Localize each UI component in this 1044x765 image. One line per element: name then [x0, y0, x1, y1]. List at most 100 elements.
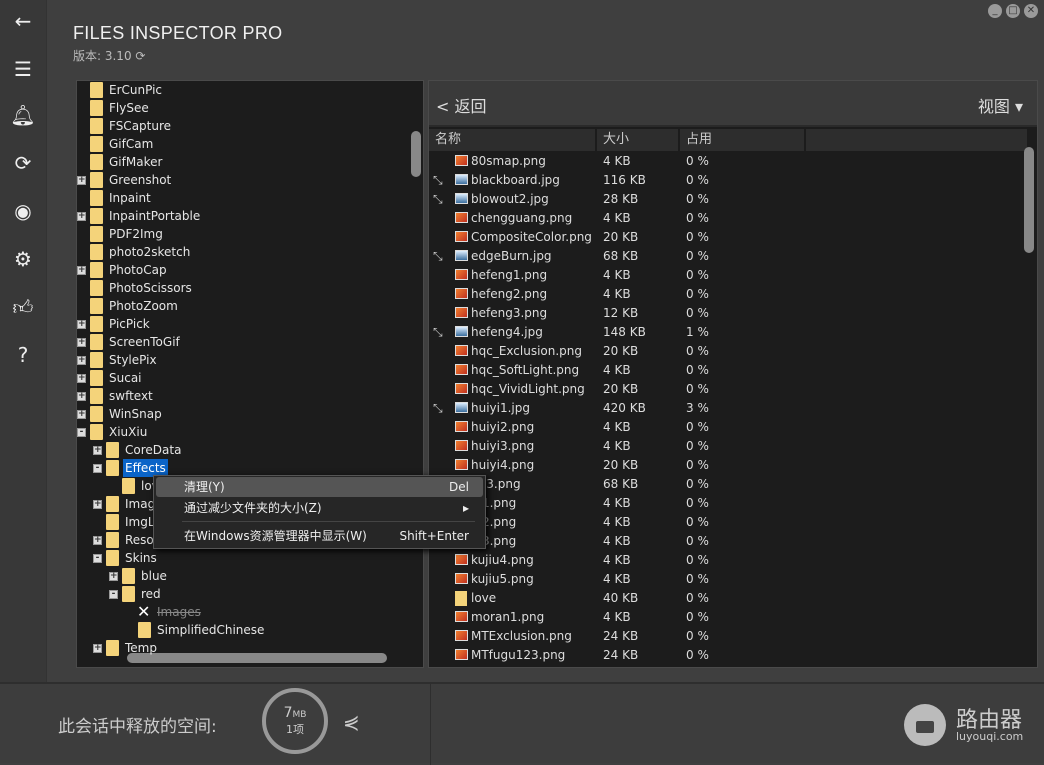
expand-icon[interactable]: + [77, 212, 86, 221]
tree-item[interactable]: + WinSnap [77, 405, 407, 423]
tree-item[interactable]: + PicPick [77, 315, 407, 333]
gear-icon[interactable]: ⚙ [8, 244, 38, 274]
table-row[interactable]: CompositeColor.png 20 KB 0 % [429, 228, 1027, 247]
tree-item[interactable]: + InpaintPortable [77, 207, 407, 225]
expand-icon[interactable]: + [77, 356, 86, 365]
tree-item[interactable]: + Greenshot [77, 171, 407, 189]
tree-item[interactable]: + PhotoCap [77, 261, 407, 279]
table-row[interactable]: ⤡ edgeBurn.jpg 68 KB 0 % [429, 247, 1027, 266]
tree-item[interactable]: + Temp [77, 639, 407, 657]
context-menu: 清理(Y) Del 通过减少文件夹的大小(Z) ▸ 在Windows资源管理器中显示… [153, 475, 486, 549]
table-row[interactable]: ⤡ hefeng4.jpg 148 KB 1 % [429, 323, 1027, 342]
tree-item[interactable]: + swftext [77, 387, 407, 405]
collapse-icon[interactable]: - [93, 554, 102, 563]
expand-icon[interactable]: + [93, 446, 102, 455]
minimize-button[interactable]: _ [988, 4, 1002, 18]
table-row[interactable]: 123.png 68 KB 0 % [429, 475, 1027, 494]
table-row[interactable]: hefeng2.png 4 KB 0 % [429, 285, 1027, 304]
arrow-left-icon[interactable]: ← [8, 6, 38, 36]
file-size: 4 KB [603, 363, 631, 377]
table-row[interactable]: kujiu4.png 4 KB 0 % [429, 551, 1027, 570]
tree-item[interactable]: + ScreenToGif [77, 333, 407, 351]
close-button[interactable]: ✕ [1024, 4, 1038, 18]
table-row[interactable]: hefeng3.png 12 KB 0 % [429, 304, 1027, 323]
refresh-small-icon[interactable]: ⟳ [135, 49, 145, 63]
tree-item[interactable]: + StylePix [77, 351, 407, 369]
table-row[interactable]: kujiu5.png 4 KB 0 % [429, 570, 1027, 589]
table-row[interactable]: hqc_VividLight.png 20 KB 0 % [429, 380, 1027, 399]
table-row[interactable]: love 40 KB 0 % [429, 589, 1027, 608]
expand-icon[interactable]: + [77, 410, 86, 419]
bell-icon[interactable]: 🔔︎ [8, 100, 38, 130]
expand-icon[interactable]: + [77, 392, 86, 401]
expand-icon[interactable]: + [93, 500, 102, 509]
table-row[interactable]: moran1.png 4 KB 0 % [429, 608, 1027, 627]
expand-icon[interactable]: + [77, 266, 86, 275]
tree-item[interactable]: Inpaint [77, 189, 407, 207]
table-row[interactable]: huiyi2.png 4 KB 0 % [429, 418, 1027, 437]
file-size: 24 KB [603, 648, 639, 662]
column-size[interactable]: 大小 [597, 129, 680, 151]
table-row[interactable]: hefeng1.png 4 KB 0 % [429, 266, 1027, 285]
tree-item[interactable]: - Skins [77, 549, 407, 567]
menu-item-reduce-size[interactable]: 通过减少文件夹的大小(Z) ▸ [156, 498, 483, 518]
tree-item[interactable]: + CoreData [77, 441, 407, 459]
table-row[interactable]: iu1.png 4 KB 0 % [429, 494, 1027, 513]
table-row[interactable]: ⤡ huiyi1.jpg 420 KB 3 % [429, 399, 1027, 418]
refresh-icon[interactable]: ⟳ [8, 148, 38, 178]
tree-item[interactable]: FSCapture [77, 117, 407, 135]
table-row[interactable]: 80smap.png 4 KB 0 % [429, 152, 1027, 171]
expand-icon[interactable]: + [109, 572, 118, 581]
menu-item-clean[interactable]: 清理(Y) Del [156, 477, 483, 497]
lifebuoy-icon[interactable]: ◉ [8, 196, 38, 226]
table-row[interactable]: huiyi3.png 4 KB 0 % [429, 437, 1027, 456]
thumbs-up-icon[interactable]: 👍︎ [8, 292, 38, 322]
tree-item[interactable]: SimplifiedChinese [77, 621, 407, 639]
view-dropdown[interactable]: 视图 ▾ [978, 93, 1023, 117]
help-icon[interactable]: ? [8, 340, 38, 370]
tree-item[interactable]: GifCam [77, 135, 407, 153]
expand-icon[interactable]: + [93, 644, 102, 653]
tree-item[interactable]: GifMaker [77, 153, 407, 171]
collapse-icon[interactable]: - [77, 428, 86, 437]
column-usage[interactable]: 占用 [680, 129, 806, 151]
list-vertical-scrollbar[interactable] [1024, 147, 1034, 253]
menu-icon[interactable]: ☰ [8, 54, 38, 84]
share-icon[interactable]: ⋞ [343, 710, 360, 734]
table-row[interactable]: huiyi4.png 20 KB 0 % [429, 456, 1027, 475]
tree-item[interactable]: ErCunPic [77, 81, 407, 99]
menu-item-show-in-explorer[interactable]: 在Windows资源管理器中显示(W) Shift+Enter [156, 526, 483, 546]
column-name[interactable]: 名称 [429, 129, 597, 151]
expand-icon[interactable]: + [93, 536, 102, 545]
collapse-icon[interactable]: - [109, 590, 118, 599]
table-row[interactable]: hqc_SoftLight.png 4 KB 0 % [429, 361, 1027, 380]
file-size: 4 KB [603, 420, 631, 434]
tree-item[interactable]: photo2sketch [77, 243, 407, 261]
table-row[interactable]: MTfugu123.png 24 KB 0 % [429, 646, 1027, 665]
table-row[interactable]: hqc_Exclusion.png 20 KB 0 % [429, 342, 1027, 361]
table-row[interactable]: ⤡ blackboard.jpg 116 KB 0 % [429, 171, 1027, 190]
tree-item[interactable]: - red [77, 585, 407, 603]
folder-tree[interactable]: ErCunPic FlySee FSCapture GifCam GifMaker + Gr… [76, 80, 424, 668]
table-row[interactable]: ⤡ blowout2.jpg 28 KB 0 % [429, 190, 1027, 209]
tree-item[interactable]: PhotoScissors [77, 279, 407, 297]
maximize-button[interactable]: □ [1006, 4, 1020, 18]
table-row[interactable]: chengguang.png 4 KB 0 % [429, 209, 1027, 228]
table-row[interactable]: iu2.png 4 KB 0 % [429, 513, 1027, 532]
collapse-icon[interactable]: - [93, 464, 102, 473]
expand-icon[interactable]: + [77, 176, 86, 185]
tree-item[interactable]: + blue [77, 567, 407, 585]
tree-vertical-scrollbar[interactable] [411, 131, 421, 177]
expand-icon[interactable]: + [77, 374, 86, 383]
tree-item[interactable]: ✕ Images [77, 603, 407, 621]
expand-icon[interactable]: + [77, 338, 86, 347]
expand-icon[interactable]: + [77, 320, 86, 329]
tree-item[interactable]: PDF2Img [77, 225, 407, 243]
tree-item[interactable]: - XiuXiu [77, 423, 407, 441]
table-row[interactable]: iu3.png 4 KB 0 % [429, 532, 1027, 551]
table-row[interactable]: MTExclusion.png 24 KB 0 % [429, 627, 1027, 646]
tree-item[interactable]: FlySee [77, 99, 407, 117]
back-button[interactable]: < 返回 [436, 93, 487, 117]
tree-item[interactable]: + Sucai [77, 369, 407, 387]
tree-item[interactable]: PhotoZoom [77, 297, 407, 315]
